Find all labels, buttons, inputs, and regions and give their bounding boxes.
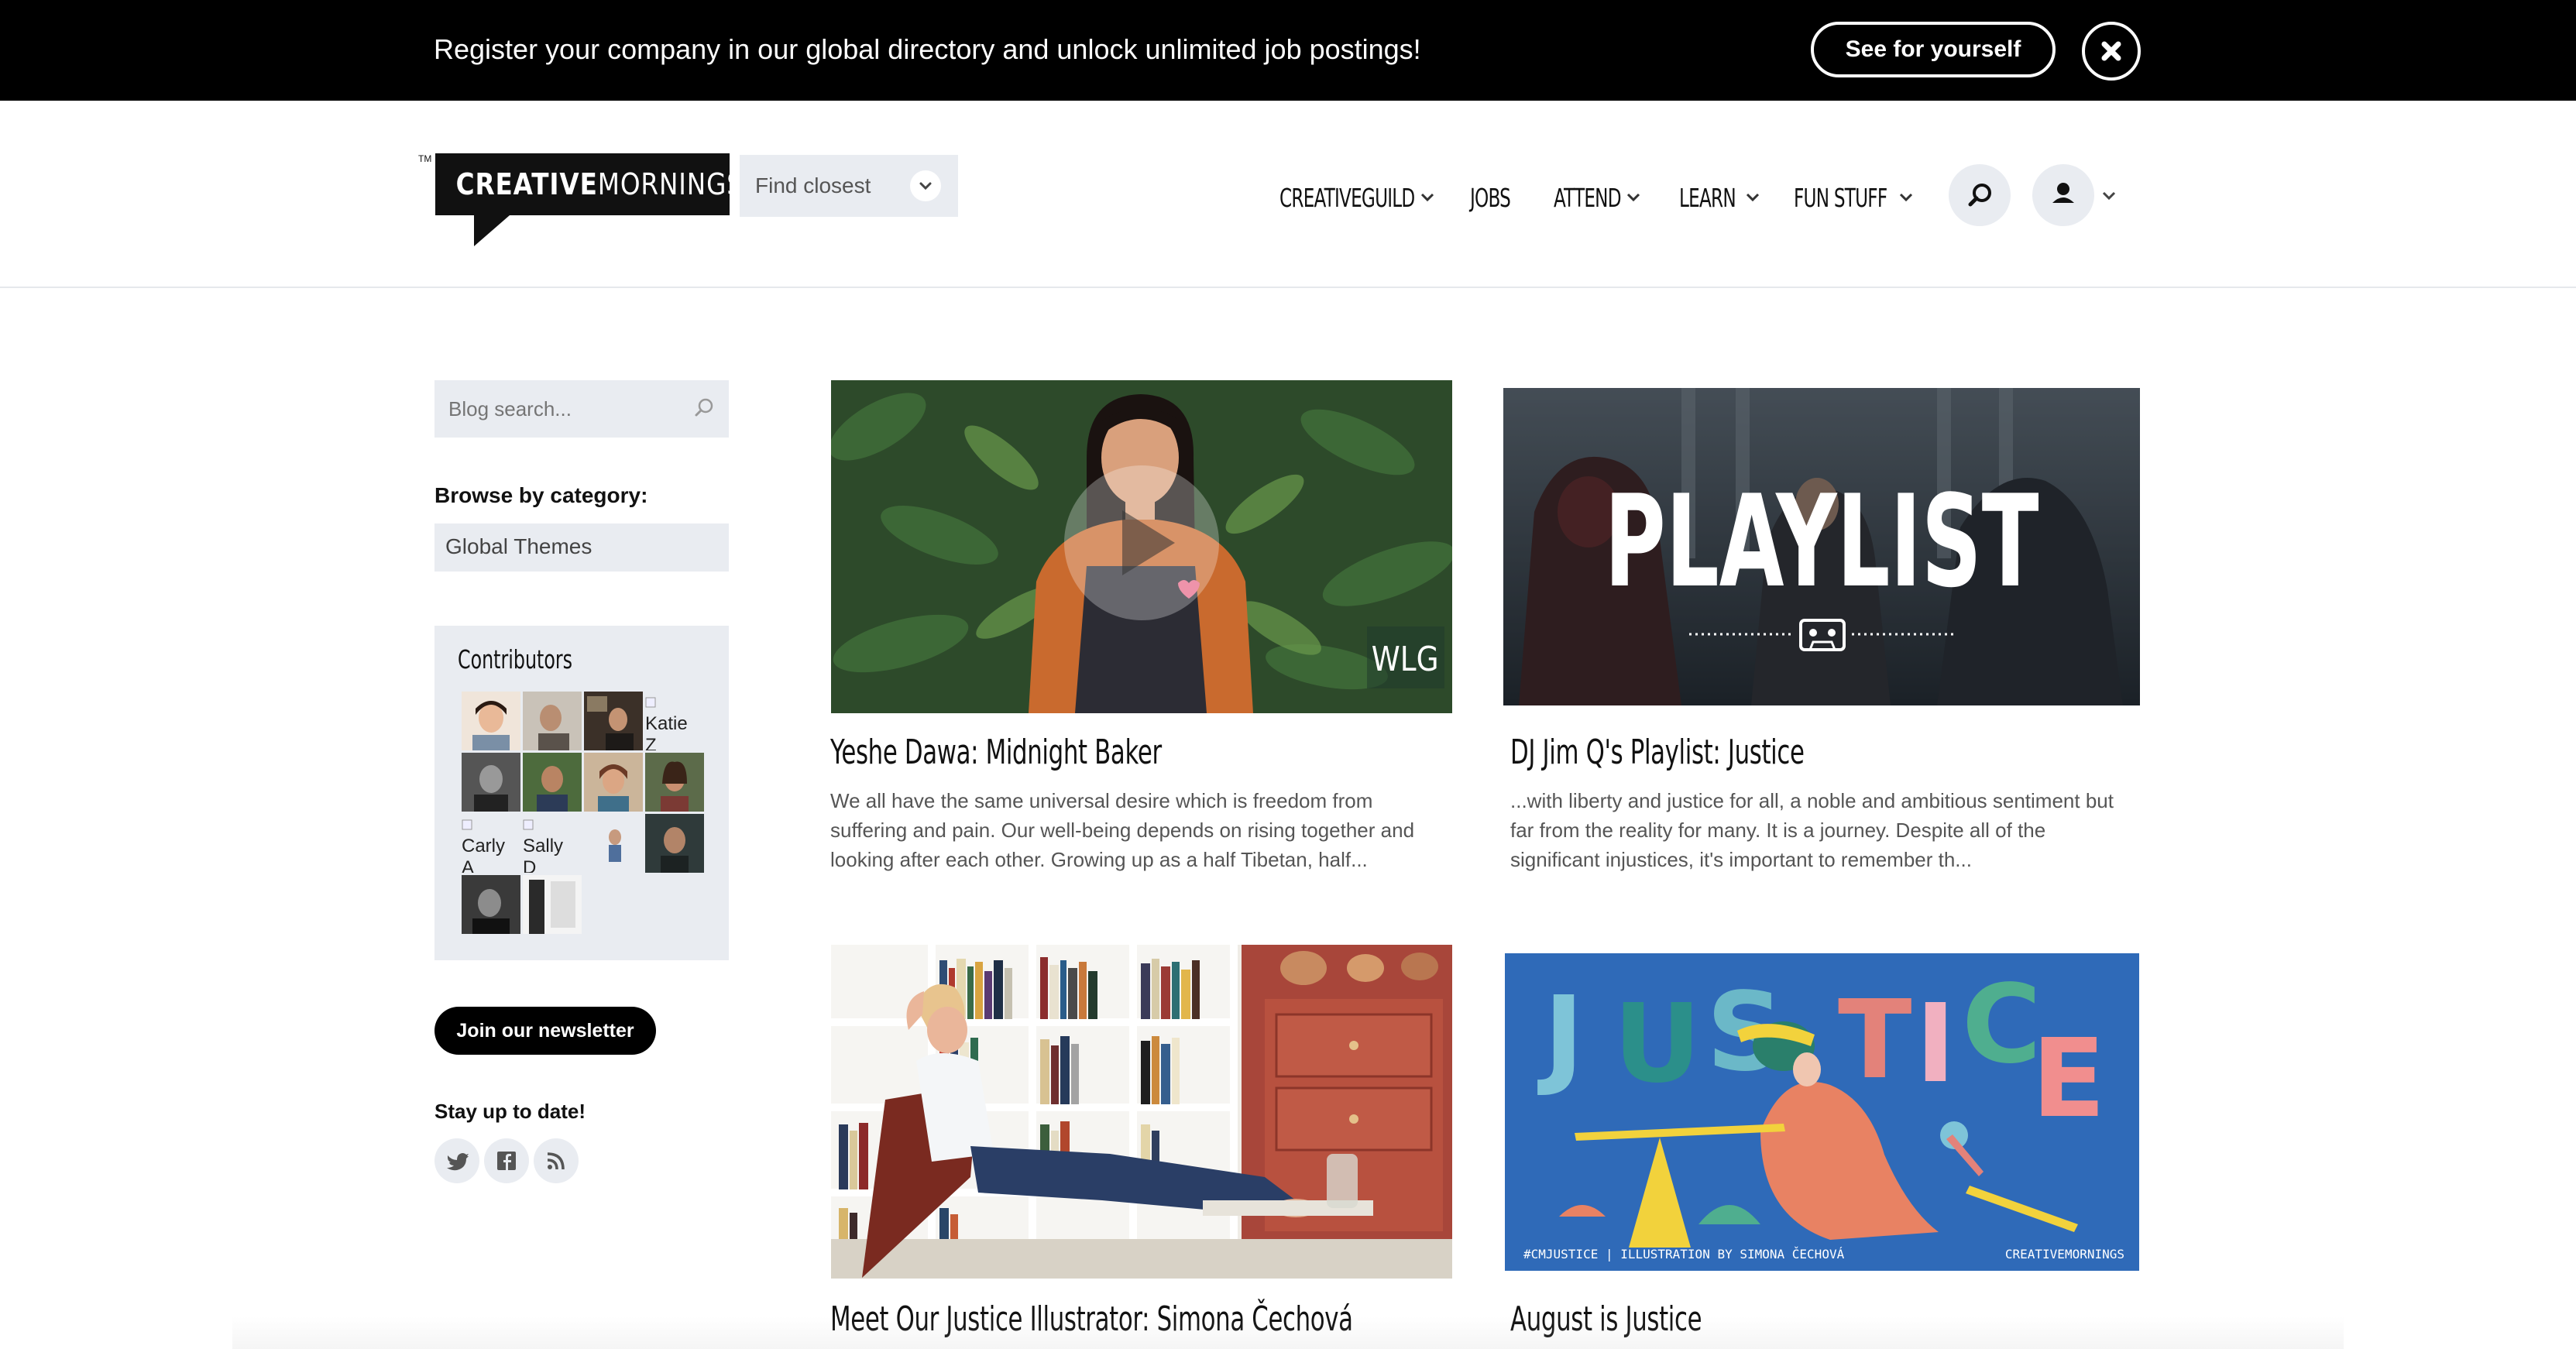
facebook-button[interactable] <box>484 1138 529 1183</box>
see-for-yourself-button[interactable]: See for yourself <box>1811 22 2056 77</box>
svg-text:J: J <box>1537 973 1584 1100</box>
post-excerpt: We all have the same universal desire wh… <box>830 789 1415 871</box>
svg-text:C: C <box>1962 962 2042 1088</box>
facebook-icon <box>497 1152 516 1170</box>
contributor-avatar[interactable] <box>584 814 643 873</box>
join-newsletter-button[interactable]: Join our newsletter <box>434 1007 656 1055</box>
category-select[interactable]: Global Themes <box>434 523 729 572</box>
nav-fun-stuff[interactable]: FUN STUFF <box>1794 175 1887 221</box>
svg-text:T: T <box>1838 977 1912 1104</box>
post-title[interactable]: Yeshe Dawa: Midnight Baker <box>830 733 1162 772</box>
find-closest-label: Find closest <box>755 173 871 197</box>
stay-up-to-date-label: Stay up to date! <box>434 1100 586 1123</box>
contributor-avatar[interactable] <box>523 875 582 934</box>
logo-text: CREATIVEMORNINGS <box>455 167 744 201</box>
justice-caption-right: CREATIVEMORNINGS <box>2005 1247 2124 1261</box>
nav-learn[interactable]: LEARN <box>1679 175 1736 221</box>
contributor-avatar[interactable] <box>462 692 520 750</box>
contributor-avatar-broken[interactable]: Katie Z <box>645 692 704 750</box>
search-icon <box>1968 184 1991 207</box>
justice-caption-left: #CMJUSTICE | ILLUSTRATION BY SIMONA ČECH… <box>1523 1247 1845 1261</box>
chevron-down-icon <box>910 170 941 201</box>
post-image-yeshe-dawa[interactable]: WLG <box>831 380 1452 713</box>
contributor-avatar[interactable] <box>584 692 643 750</box>
promo-banner: Register your company in our global dire… <box>0 0 2576 101</box>
contributor-avatar-alt: Sally D <box>523 836 564 873</box>
contributor-avatar[interactable] <box>645 814 704 873</box>
category-selected-value: Global Themes <box>445 534 592 558</box>
contributor-avatar[interactable] <box>523 692 582 750</box>
post-title[interactable]: DJ Jim Q's Playlist: Justice <box>1510 733 1805 772</box>
user-icon <box>2052 183 2074 203</box>
twitter-button[interactable] <box>434 1138 479 1183</box>
nav-creativeguild[interactable]: CREATIVEGUILD <box>1279 175 1415 221</box>
contributor-avatar-broken[interactable]: Sally D <box>523 814 582 873</box>
contributor-avatar[interactable] <box>462 753 520 812</box>
logo-speech-tail <box>474 215 510 246</box>
contributor-avatar-alt: Carly A <box>462 836 506 873</box>
browse-category-label: Browse by category: <box>434 483 648 507</box>
blog-search-input[interactable] <box>448 391 681 427</box>
bottom-fade <box>232 1316 2344 1349</box>
chevron-down-icon <box>1746 193 1760 202</box>
logo-trademark: TM <box>418 153 432 164</box>
post-image-justice[interactable]: J U S T I C E #CMJUSTICE | ILLUSTRATION … <box>1505 953 2139 1271</box>
chevron-down-icon <box>1420 193 1434 202</box>
chevron-down-icon <box>1899 193 1913 202</box>
search-button[interactable] <box>1949 164 2011 226</box>
rss-button[interactable] <box>534 1138 579 1183</box>
nav-jobs[interactable]: JOBS <box>1470 175 1511 221</box>
banner-text: Register your company in our global dire… <box>434 33 1421 65</box>
wlg-badge: WLG <box>1372 639 1439 679</box>
post-image-playlist[interactable]: PLAYLIST <box>1503 388 2140 705</box>
post-excerpt: ...with liberty and justice for all, a n… <box>1510 789 2114 871</box>
nav-attend[interactable]: ATTEND <box>1554 175 1622 221</box>
chevron-down-icon <box>1626 193 1640 202</box>
post-image-simona[interactable] <box>831 945 1452 1279</box>
svg-text:E: E <box>2032 1016 2106 1142</box>
contributor-avatar[interactable] <box>462 875 520 934</box>
contributor-avatar[interactable] <box>584 753 643 812</box>
search-icon[interactable] <box>690 394 718 422</box>
svg-text:U: U <box>1613 981 1702 1107</box>
contributor-avatar-broken[interactable]: Carly A <box>462 814 520 873</box>
site-header: TM CREATIVEMORNINGS Find closest CREATIV… <box>0 101 2576 288</box>
chevron-down-icon[interactable] <box>2099 186 2119 206</box>
find-closest-select[interactable]: Find closest <box>740 155 958 217</box>
account-button[interactable] <box>2032 164 2094 226</box>
contributor-avatar[interactable] <box>645 753 704 812</box>
creativemornings-logo[interactable]: TM CREATIVEMORNINGS <box>418 153 744 249</box>
close-icon <box>2101 41 2121 61</box>
contributors-panel: Contributors Katie Z Carly A Sally D <box>434 626 729 960</box>
playlist-overlay-text: PLAYLIST <box>1604 468 2038 616</box>
svg-text:I: I <box>1915 981 1956 1107</box>
rss-icon <box>547 1152 565 1170</box>
blog-search <box>434 380 729 438</box>
contributors-title: Contributors <box>458 644 573 674</box>
twitter-icon <box>447 1153 469 1171</box>
contributor-avatar-alt: Katie Z <box>645 713 688 750</box>
contributor-avatar[interactable] <box>523 753 582 812</box>
banner-close-button[interactable] <box>2082 22 2141 81</box>
